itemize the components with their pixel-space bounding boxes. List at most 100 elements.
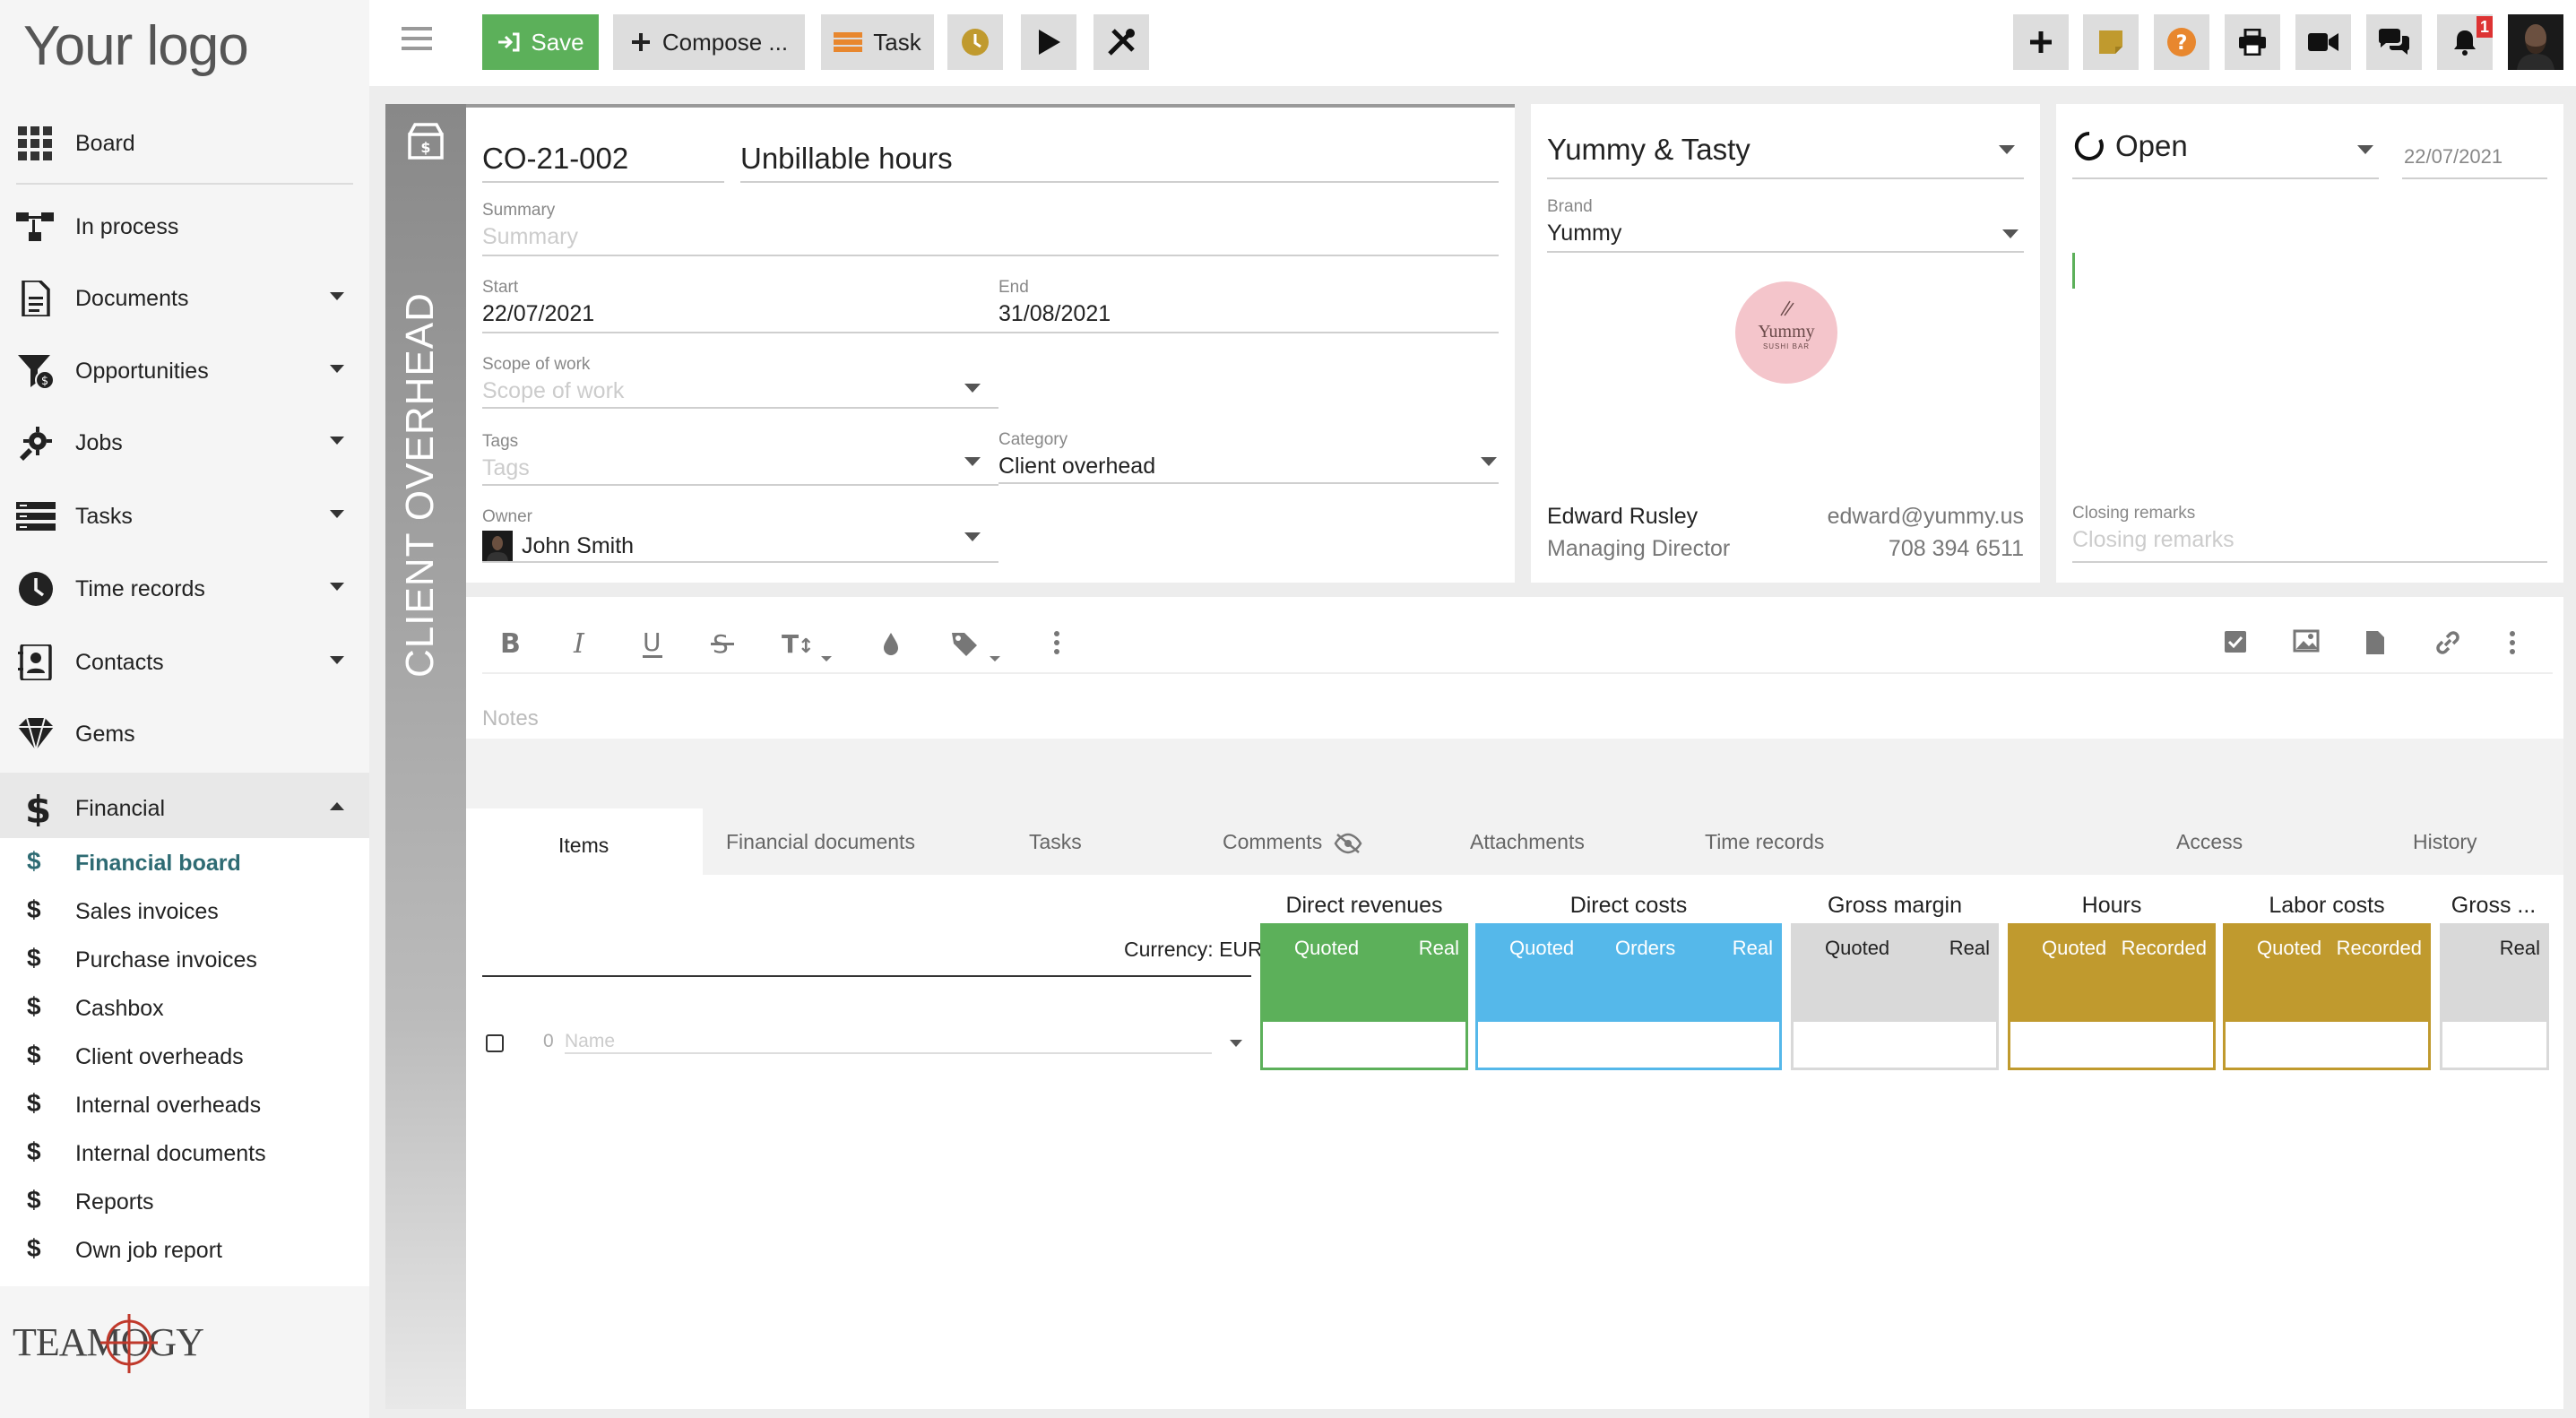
- chevron-down-icon[interactable]: [2357, 145, 2373, 154]
- chevron-down-icon[interactable]: [330, 292, 344, 300]
- group-input-cell[interactable]: [1260, 1022, 1468, 1070]
- sidebar-item-tasks[interactable]: Tasks: [0, 480, 369, 552]
- checkbox-icon[interactable]: [2223, 629, 2248, 654]
- end-date-field[interactable]: End 31/08/2021: [998, 278, 1111, 327]
- tab-financial-documents[interactable]: Financial documents: [726, 830, 915, 854]
- chevron-down-icon[interactable]: [330, 510, 344, 518]
- column-header[interactable]: Quoted: [1509, 937, 1574, 960]
- sidebar-subitem-financial-board[interactable]: $ Financial board: [0, 838, 369, 886]
- notifications-button[interactable]: 1: [2437, 14, 2493, 70]
- notes-input[interactable]: Notes: [482, 706, 539, 731]
- task-button[interactable]: Task: [821, 14, 934, 70]
- sidebar-subitem-purchase-invoices[interactable]: $ Purchase invoices: [0, 935, 369, 983]
- chevron-down-icon[interactable]: [964, 532, 981, 541]
- column-header[interactable]: Quoted: [1825, 937, 1889, 960]
- video-call-button[interactable]: [2295, 14, 2351, 70]
- sidebar-item-financial[interactable]: $ Financial: [0, 773, 369, 844]
- chevron-down-icon[interactable]: [330, 437, 344, 445]
- image-icon[interactable]: [2293, 629, 2320, 653]
- time-record-button[interactable]: [947, 14, 1003, 70]
- code-field[interactable]: CO-21-002: [482, 138, 628, 176]
- tab-attachments[interactable]: Attachments: [1470, 830, 1585, 854]
- column-header[interactable]: Quoted: [2257, 937, 2321, 960]
- row-checkbox[interactable]: [486, 1034, 504, 1052]
- group-input-cell[interactable]: [2008, 1022, 2216, 1070]
- bold-icon[interactable]: B: [498, 629, 520, 656]
- chevron-down-icon[interactable]: [2002, 229, 2018, 238]
- group-input-cell[interactable]: [2440, 1022, 2549, 1070]
- sidebar-item-board[interactable]: Board: [0, 108, 369, 179]
- scope-of-work-select[interactable]: Scope of work Scope of work: [482, 355, 624, 404]
- client-select[interactable]: Yummy & Tasty: [1547, 129, 1750, 167]
- column-header[interactable]: Real: [1949, 937, 1990, 960]
- compose-button[interactable]: Compose ...: [613, 14, 805, 70]
- print-button[interactable]: [2225, 14, 2280, 70]
- sidebar-subitem-sales-invoices[interactable]: $ Sales invoices: [0, 886, 369, 935]
- sidebar-item-gems[interactable]: Gems: [0, 698, 369, 770]
- chevron-down-icon[interactable]: [330, 656, 344, 664]
- brand-select[interactable]: Brand Yummy: [1547, 197, 1621, 246]
- column-header[interactable]: Orders: [1615, 937, 1675, 960]
- chevron-up-icon[interactable]: [330, 802, 344, 810]
- chevron-down-icon[interactable]: [964, 384, 981, 393]
- contact-name[interactable]: Edward Rusley: [1547, 504, 1698, 530]
- sidebar-subitem-internal-documents[interactable]: $ Internal documents: [0, 1128, 369, 1177]
- category-select[interactable]: Category Client overhead: [998, 430, 1155, 480]
- column-header[interactable]: Real: [1733, 937, 1773, 960]
- app-logo[interactable]: Your logo: [23, 14, 249, 78]
- sidebar-subitem-cashbox[interactable]: $ Cashbox: [0, 983, 369, 1032]
- tab-tasks[interactable]: Tasks: [1029, 830, 1082, 854]
- column-header[interactable]: Real: [2500, 937, 2540, 960]
- tags-select[interactable]: Tags Tags: [482, 432, 530, 481]
- column-header[interactable]: Recorded: [2337, 937, 2422, 960]
- chevron-down-icon[interactable]: [330, 365, 344, 373]
- text-size-icon[interactable]: T↕: [782, 629, 839, 661]
- italic-icon[interactable]: I: [570, 629, 592, 656]
- group-input-cell[interactable]: [2223, 1022, 2431, 1070]
- tab-time-records[interactable]: Time records: [1705, 830, 1824, 854]
- sidebar-subitem-own-job-report[interactable]: $ Own job report: [0, 1225, 369, 1274]
- column-header[interactable]: Real: [1419, 937, 1459, 960]
- chevron-down-icon[interactable]: [1999, 145, 2015, 154]
- underline-icon[interactable]: U: [640, 629, 665, 660]
- sidebar-subitem-internal-overheads[interactable]: $ Internal overheads: [0, 1080, 369, 1128]
- sidebar-item-opportunities[interactable]: $ Opportunities: [0, 335, 369, 407]
- tag-icon[interactable]: [950, 629, 1013, 661]
- more-vertical-icon[interactable]: [2508, 629, 2517, 656]
- start-date-field[interactable]: Start 22/07/2021: [482, 278, 594, 327]
- sticky-note-button[interactable]: [2083, 14, 2139, 70]
- sidebar-item-in-process[interactable]: In process: [0, 191, 369, 263]
- sidebar-item-time-records[interactable]: Time records: [0, 553, 369, 625]
- tab-comments[interactable]: Comments: [1223, 830, 1362, 854]
- status-date[interactable]: 22/07/2021: [2404, 145, 2503, 169]
- save-button[interactable]: Save: [482, 14, 599, 70]
- group-input-cell[interactable]: [1791, 1022, 1999, 1070]
- chevron-down-icon[interactable]: [1481, 457, 1497, 466]
- menu-icon[interactable]: [402, 27, 432, 52]
- status-select[interactable]: Open: [2074, 129, 2188, 163]
- sidebar-subitem-client-overheads[interactable]: $ Client overheads: [0, 1032, 369, 1080]
- title-field[interactable]: Unbillable hours: [740, 138, 953, 176]
- item-name-input[interactable]: Name: [565, 1031, 615, 1052]
- owner-select[interactable]: Owner John Smith: [482, 507, 634, 561]
- file-icon[interactable]: [2364, 629, 2386, 656]
- group-input-cell[interactable]: [1475, 1022, 1782, 1070]
- tab-history[interactable]: History: [2413, 830, 2477, 854]
- sidebar-item-documents[interactable]: Documents: [0, 263, 369, 334]
- link-icon[interactable]: [2434, 629, 2461, 656]
- contact-email[interactable]: edward@yummy.us: [1828, 504, 2024, 530]
- closing-remarks-field[interactable]: Closing remarks Closing remarks: [2072, 504, 2235, 553]
- play-button[interactable]: [1021, 14, 1076, 70]
- column-header[interactable]: Quoted: [2042, 937, 2106, 960]
- add-button[interactable]: [2013, 14, 2069, 70]
- sidebar-subitem-reports[interactable]: $ Reports: [0, 1177, 369, 1225]
- tools-button[interactable]: [1094, 14, 1149, 70]
- more-vertical-icon[interactable]: [1052, 629, 1061, 656]
- strikethrough-icon[interactable]: S: [710, 629, 735, 656]
- chevron-down-icon[interactable]: [964, 457, 981, 466]
- column-header[interactable]: Quoted: [1294, 937, 1359, 960]
- help-button[interactable]: ?: [2154, 14, 2209, 70]
- summary-field[interactable]: Summary Summary: [482, 201, 578, 250]
- color-drop-icon[interactable]: [880, 629, 902, 658]
- chevron-down-icon[interactable]: [1230, 1040, 1242, 1047]
